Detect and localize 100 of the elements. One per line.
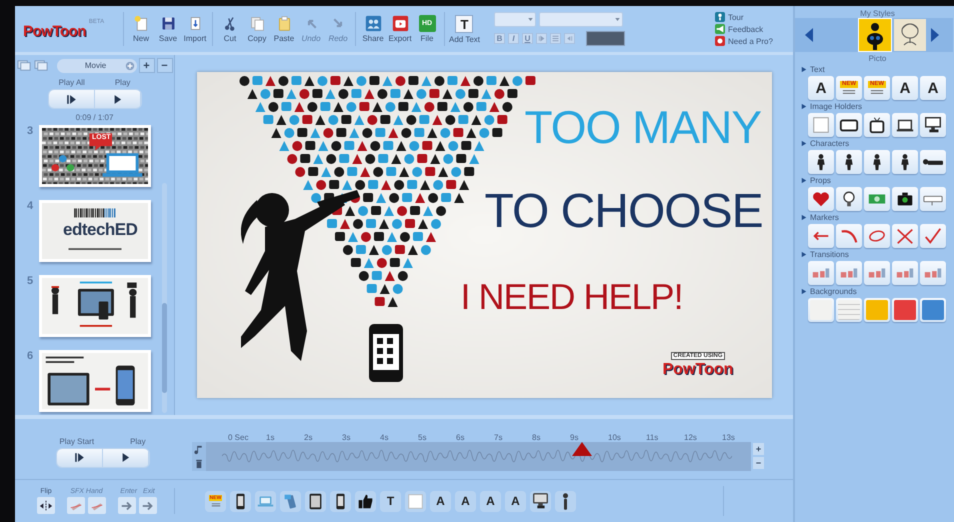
frame-tile[interactable]	[836, 113, 862, 137]
zoom-out-button[interactable]: −	[753, 457, 764, 469]
expand-arrow-icon[interactable]	[801, 251, 807, 258]
letter-tray-button[interactable]: A	[505, 490, 526, 512]
tablet-tray-button[interactable]	[305, 490, 326, 512]
text-color-swatch[interactable]	[586, 31, 625, 46]
section-title[interactable]: Backgrounds	[810, 287, 857, 296]
playhead-marker[interactable]	[572, 442, 592, 456]
person-tile[interactable]	[836, 150, 862, 174]
zoom-in-button[interactable]: +	[753, 443, 764, 455]
bulb-tile[interactable]	[836, 187, 862, 211]
thumbnail-text: edtechED	[63, 220, 138, 240]
sign-tile[interactable]	[920, 187, 946, 211]
add-text-button[interactable]: T Add Text	[449, 14, 480, 44]
play-all-button[interactable]	[48, 90, 94, 108]
section-title[interactable]: Markers	[810, 213, 839, 222]
cross-tile[interactable]	[892, 224, 918, 248]
figure-tray-button[interactable]	[555, 490, 576, 512]
arrow-button[interactable]	[118, 497, 136, 514]
letter-tray-button[interactable]: A	[430, 490, 451, 512]
scrollbar[interactable]	[162, 183, 167, 413]
transition-tile[interactable]	[920, 261, 946, 285]
flip-button[interactable]	[37, 497, 55, 514]
expand-arrow-icon[interactable]	[801, 103, 807, 110]
paste-button[interactable]: Paste	[271, 15, 297, 43]
copy-button[interactable]: Copy	[244, 15, 270, 43]
headline: TOO MANY	[524, 100, 762, 154]
arrow-button[interactable]	[139, 497, 157, 514]
thumb-tray-button[interactable]	[355, 490, 376, 512]
scroll-thumb[interactable]	[162, 303, 167, 393]
section-title[interactable]: Transitions	[810, 250, 849, 259]
expand-arrow-icon[interactable]	[801, 66, 807, 73]
expand-arrow-icon[interactable]	[801, 140, 807, 147]
camera-tile[interactable]	[892, 187, 918, 211]
ruler-label: 11s	[646, 432, 660, 442]
letter-tile[interactable]: A	[920, 76, 946, 100]
trash-icon[interactable]	[194, 458, 204, 468]
import-button[interactable]: Import	[182, 15, 208, 43]
transition-tile[interactable]	[864, 261, 890, 285]
transition-tile[interactable]	[836, 261, 862, 285]
check-tile[interactable]	[920, 224, 946, 248]
monitor-tray-button[interactable]	[530, 490, 551, 512]
play-button[interactable]	[94, 90, 140, 108]
letter-tray-button[interactable]: A	[480, 490, 501, 512]
play-from-start-button[interactable]	[56, 448, 102, 466]
help-link-label[interactable]: Tour	[728, 12, 744, 22]
tv-tile[interactable]	[864, 113, 890, 137]
ruler-label: 4s	[380, 432, 390, 442]
heart-tile[interactable]	[808, 187, 834, 211]
style-option[interactable]	[859, 19, 891, 51]
hand-button[interactable]	[67, 497, 85, 514]
slide-number: 4	[27, 200, 34, 212]
blank-square-icon	[406, 492, 425, 510]
lying-person-tile[interactable]	[920, 150, 946, 174]
play-button[interactable]	[102, 448, 148, 466]
next-arrow-icon[interactable]	[929, 27, 941, 43]
style-option[interactable]	[894, 19, 926, 51]
copy-icon	[248, 15, 266, 32]
expand-arrow-icon[interactable]	[801, 177, 807, 184]
letter-tile[interactable]: A	[892, 76, 918, 100]
curve-tile[interactable]	[836, 224, 862, 248]
person-tile[interactable]	[892, 150, 918, 174]
transition-tile[interactable]	[808, 261, 834, 285]
music-note-icon[interactable]	[194, 444, 204, 454]
hand-button[interactable]	[88, 497, 106, 514]
share-button[interactable]: Share	[360, 15, 386, 43]
section-title[interactable]: Props	[810, 176, 831, 185]
save-button[interactable]: Save	[155, 15, 181, 43]
monitor-tile[interactable]	[920, 113, 946, 137]
scene-dropdown[interactable]: Movie	[56, 58, 136, 72]
slides-view-icon[interactable]	[16, 58, 32, 73]
remove-scene-button[interactable]: −	[156, 58, 172, 73]
slides-view-icon[interactable]	[34, 58, 48, 73]
person-tile[interactable]	[864, 150, 890, 174]
cut-button[interactable]: Cut	[217, 15, 243, 43]
monitor-icon	[531, 492, 550, 510]
ruler-label: 9s	[570, 432, 580, 442]
letter-tray-button[interactable]: A	[455, 490, 476, 512]
export-button[interactable]: Export	[387, 15, 413, 43]
help-link-label[interactable]: Need a Pro?	[728, 36, 773, 46]
new-button[interactable]: New	[128, 15, 154, 43]
previous-arrow-icon[interactable]	[803, 27, 815, 43]
slide-thumbnail[interactable]: edtechED	[39, 200, 151, 262]
arrow-tile[interactable]	[808, 224, 834, 248]
section-title[interactable]: Text	[810, 65, 825, 74]
circle-tile[interactable]	[864, 224, 890, 248]
letter-tile[interactable]: A	[808, 76, 834, 100]
expand-arrow-icon[interactable]	[801, 214, 807, 221]
slide-number: 3	[27, 125, 34, 137]
add-scene-button[interactable]: +	[138, 58, 154, 73]
help-link-label[interactable]: Feedback	[728, 24, 764, 34]
section-title[interactable]: Image Holders	[810, 102, 862, 111]
money-tile[interactable]	[864, 187, 890, 211]
person-tile[interactable]	[808, 150, 834, 174]
letter-tray-button[interactable]: T	[380, 490, 401, 512]
blank-tile[interactable]	[808, 113, 834, 137]
laptop-tile[interactable]	[892, 113, 918, 137]
expand-arrow-icon[interactable]	[801, 288, 807, 295]
section-title[interactable]: Characters	[810, 139, 850, 148]
transition-tile[interactable]	[892, 261, 918, 285]
